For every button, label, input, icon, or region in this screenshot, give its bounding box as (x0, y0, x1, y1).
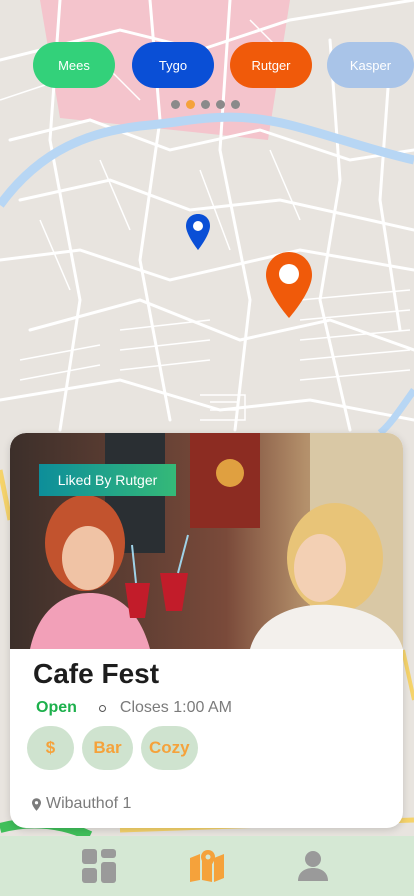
profile-icon[interactable] (293, 846, 333, 886)
user-filter-bar: Mees Tygo Rutger Kasper (33, 42, 414, 88)
address-text: Wibauthof 1 (46, 795, 132, 812)
pager-dots (171, 100, 240, 109)
location-pin-icon (32, 797, 41, 811)
address-row: Wibauthof 1 (32, 795, 131, 813)
tag-list: $ Bar Cozy (27, 726, 198, 770)
bottom-nav (0, 836, 414, 896)
price-tag: $ (27, 726, 74, 770)
open-status: Open (36, 699, 77, 716)
user-chip-tygo[interactable]: Tygo (132, 42, 214, 88)
pager-dot[interactable] (171, 100, 180, 109)
place-photo: Liked By Rutger (10, 433, 403, 649)
pager-dot[interactable] (186, 100, 195, 109)
place-card[interactable]: Liked By Rutger Cafe Fest Open Closes 1:… (10, 433, 403, 828)
map-icon[interactable] (187, 846, 227, 886)
user-chip-kasper[interactable]: Kasper (327, 42, 414, 88)
user-chip-rutger[interactable]: Rutger (230, 42, 312, 88)
closing-time: Closes 1:00 AM (119, 699, 232, 716)
grid-icon[interactable] (79, 846, 119, 886)
user-chip-mees[interactable]: Mees (33, 42, 115, 88)
opening-status: Open Closes 1:00 AM (36, 699, 232, 717)
place-title: Cafe Fest (33, 658, 160, 689)
pager-dot[interactable] (231, 100, 240, 109)
category-tag: Bar (82, 726, 133, 770)
separator-dot (98, 704, 106, 712)
vibe-tag: Cozy (141, 726, 198, 770)
pager-dot[interactable] (201, 100, 210, 109)
liked-by-badge: Liked By Rutger (39, 464, 176, 496)
pager-dot[interactable] (216, 100, 225, 109)
